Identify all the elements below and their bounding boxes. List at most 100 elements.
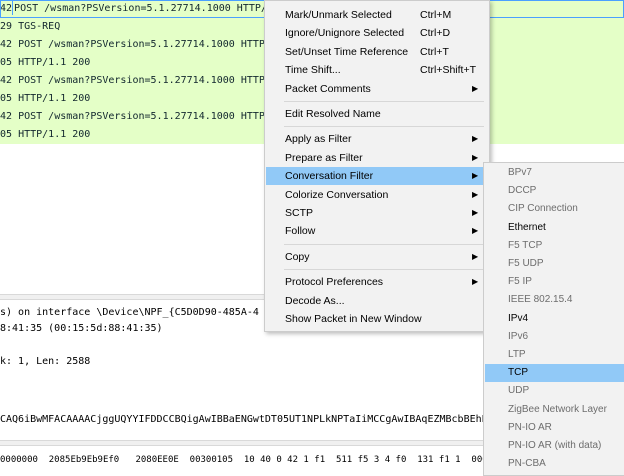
menu-item-label: Ignore/Unignore Selected bbox=[285, 27, 405, 40]
submenu-item-label: Ethernet bbox=[508, 221, 546, 233]
submenu-arrow-icon: ▶ bbox=[472, 83, 479, 93]
submenu-item-bpv7[interactable]: BPv7 bbox=[485, 164, 624, 182]
menu-separator bbox=[284, 269, 484, 271]
submenu-item-label: F5 UDP bbox=[508, 258, 544, 269]
submenu-item-pn-io-ar[interactable]: PN-IO AR bbox=[485, 419, 624, 437]
menu-item-prepare-as-filter[interactable]: Prepare as Filter ▶ bbox=[266, 149, 488, 167]
menu-item-mark-unmark-selected[interactable]: Mark/Unmark Selected Ctrl+M bbox=[266, 6, 488, 24]
submenu-arrow-icon: ▶ bbox=[472, 134, 479, 144]
packet-row-number: 05 bbox=[0, 93, 13, 104]
menu-item-copy[interactable]: Copy ▶ bbox=[266, 248, 488, 266]
column-separator bbox=[12, 1, 14, 15]
menu-item-label: Edit Resolved Name bbox=[285, 108, 381, 120]
submenu-arrow-icon: ▶ bbox=[472, 251, 479, 261]
submenu-item-ltp[interactable]: LTP bbox=[485, 346, 624, 364]
menu-item-edit-resolved-name[interactable]: Edit Resolved Name bbox=[266, 105, 488, 123]
submenu-arrow-icon: ▶ bbox=[472, 208, 479, 217]
packet-row-info: TGS-REQ bbox=[18, 21, 61, 32]
packet-row-info: HTTP/1.1 200 bbox=[18, 93, 91, 104]
submenu-item-f5-udp[interactable]: F5 UDP bbox=[485, 255, 624, 273]
submenu-item-cip-connection[interactable]: CIP Connection bbox=[485, 200, 624, 218]
menu-item-label: Prepare as Filter bbox=[285, 151, 363, 164]
submenu-item-ipv4[interactable]: IPv4 bbox=[485, 310, 624, 328]
menu-item-label: Show Packet in New Window bbox=[285, 313, 422, 325]
submenu-item-label: LTP bbox=[508, 349, 526, 360]
menu-item-colorize-conversation[interactable]: Colorize Conversation ▶ bbox=[266, 186, 488, 204]
packet-context-menu: Mark/Unmark Selected Ctrl+M Ignore/Unignor… bbox=[264, 0, 490, 332]
menu-separator bbox=[284, 126, 484, 128]
packet-row-info: POST /wsman?PSVersion=5.1.27714.1000 HTT… bbox=[14, 3, 267, 14]
menu-item-label: Decode As... bbox=[285, 294, 345, 307]
submenu-arrow-icon: ▶ bbox=[472, 171, 479, 181]
menu-item-label: Protocol Preferences bbox=[285, 276, 384, 289]
menu-item-packet-comments[interactable]: Packet Comments ▶ bbox=[266, 80, 488, 98]
packet-row-info: POST /wsman?PSVersion=5.1.27714.1000 HTT… bbox=[18, 39, 271, 50]
packet-row-number: 42 bbox=[0, 39, 13, 50]
menu-item-apply-as-filter[interactable]: Apply as Filter ▶ bbox=[266, 130, 488, 148]
menu-separator bbox=[284, 243, 484, 245]
menu-item-protocol-preferences[interactable]: Protocol Preferences ▶ bbox=[266, 273, 488, 291]
packet-row-info: HTTP/1.1 200 bbox=[18, 129, 91, 140]
submenu-item-ieee-802-15-4[interactable]: IEEE 802.15.4 bbox=[485, 291, 624, 309]
menu-separator bbox=[284, 101, 484, 102]
submenu-item-label: PN-IO AR (with data) bbox=[508, 440, 602, 451]
submenu-item-label: DCCP bbox=[508, 185, 537, 197]
submenu-item-udp[interactable]: UDP bbox=[485, 382, 624, 400]
packet-row-number: 42 bbox=[0, 111, 13, 122]
submenu-arrow-icon: ▶ bbox=[472, 277, 479, 287]
menu-item-label: Time Shift... bbox=[285, 64, 341, 77]
submenu-arrow-icon: ▶ bbox=[472, 226, 479, 236]
packet-row-info: HTTP/1.1 200 bbox=[18, 57, 91, 68]
submenu-item-ipv6[interactable]: IPv6 bbox=[485, 328, 624, 346]
menu-item-ignore-unignore-selected[interactable]: Ignore/Unignore Selected Ctrl+D bbox=[266, 24, 488, 42]
submenu-item-ethernet[interactable]: Ethernet bbox=[485, 219, 624, 237]
menu-item-label: Copy bbox=[285, 250, 310, 263]
packet-row-number: 42 bbox=[0, 3, 13, 14]
menu-item-label: Packet Comments bbox=[285, 82, 371, 95]
submenu-item-pn-cba[interactable]: PN-CBA bbox=[485, 455, 624, 473]
submenu-item-f5-ip[interactable]: F5 IP bbox=[485, 273, 624, 291]
submenu-arrow-icon: ▶ bbox=[472, 189, 479, 199]
menu-item-decode-as[interactable]: Decode As... bbox=[266, 292, 488, 310]
submenu-item-label: IPv6 bbox=[508, 330, 529, 342]
submenu-item-dccp[interactable]: DCCP bbox=[485, 182, 624, 200]
submenu-item-label: UDP bbox=[508, 385, 530, 397]
menu-item-shortcut: Ctrl+D bbox=[420, 27, 451, 40]
menu-item-follow[interactable]: Follow ▶ bbox=[266, 222, 488, 240]
conversation-filter-submenu: BPv7 DCCP CIP Connection Ethernet F5 TCP F5 U… bbox=[483, 162, 624, 476]
menu-item-label: Follow bbox=[285, 225, 316, 238]
submenu-item-label: PN-CBA bbox=[508, 458, 546, 470]
submenu-arrow-icon: ▶ bbox=[472, 152, 479, 162]
packet-row-info: POST /wsman?PSVersion=5.1.27714.1000 HTT… bbox=[18, 75, 271, 86]
submenu-item-f5-tcp[interactable]: F5 TCP bbox=[485, 237, 624, 255]
submenu-item-pn-io-ar-with-data[interactable]: PN-IO AR (with data) bbox=[485, 437, 624, 455]
menu-item-shortcut: Ctrl+Shift+T bbox=[420, 64, 477, 77]
submenu-item-label: BPv7 bbox=[508, 167, 532, 178]
menu-item-label: SCTP bbox=[285, 207, 314, 219]
packet-row-info: POST /wsman?PSVersion=5.1.27714.1000 HTT… bbox=[18, 111, 271, 122]
submenu-item-zigbee-network-layer[interactable]: ZigBee Network Layer bbox=[485, 401, 624, 419]
menu-item-label: Set/Unset Time Reference bbox=[285, 45, 409, 58]
submenu-item-label: F5 TCP bbox=[508, 239, 543, 251]
submenu-item-tcp[interactable]: TCP bbox=[485, 364, 624, 383]
menu-item-shortcut: Ctrl+M bbox=[420, 9, 452, 21]
menu-item-conversation-filter[interactable]: Conversation Filter ▶ bbox=[266, 167, 488, 186]
menu-item-label: Conversation Filter bbox=[285, 170, 374, 183]
packet-row-number: 05 bbox=[0, 129, 13, 140]
menu-item-shortcut: Ctrl+T bbox=[420, 45, 449, 58]
submenu-item-label: ZigBee Network Layer bbox=[508, 403, 607, 415]
menu-item-show-packet-in-new-window[interactable]: Show Packet in New Window bbox=[266, 310, 488, 328]
menu-item-label: Colorize Conversation bbox=[285, 188, 389, 201]
packet-row-number: 42 bbox=[0, 75, 13, 86]
packet-row-number: 29 bbox=[0, 21, 13, 32]
menu-item-label: Mark/Unmark Selected bbox=[285, 9, 392, 21]
menu-item-label: Apply as Filter bbox=[285, 133, 352, 146]
submenu-item-label: PN-IO AR bbox=[508, 421, 552, 433]
submenu-item-label: CIP Connection bbox=[508, 203, 578, 215]
menu-item-time-shift[interactable]: Time Shift... Ctrl+Shift+T bbox=[266, 61, 488, 79]
menu-item-sctp[interactable]: SCTP ▶ bbox=[266, 204, 488, 222]
submenu-item-label: TCP bbox=[508, 367, 528, 379]
submenu-item-label: IEEE 802.15.4 bbox=[508, 294, 573, 306]
submenu-item-label: IPv4 bbox=[508, 312, 529, 324]
menu-item-set-unset-time-reference[interactable]: Set/Unset Time Reference Ctrl+T bbox=[266, 43, 488, 61]
